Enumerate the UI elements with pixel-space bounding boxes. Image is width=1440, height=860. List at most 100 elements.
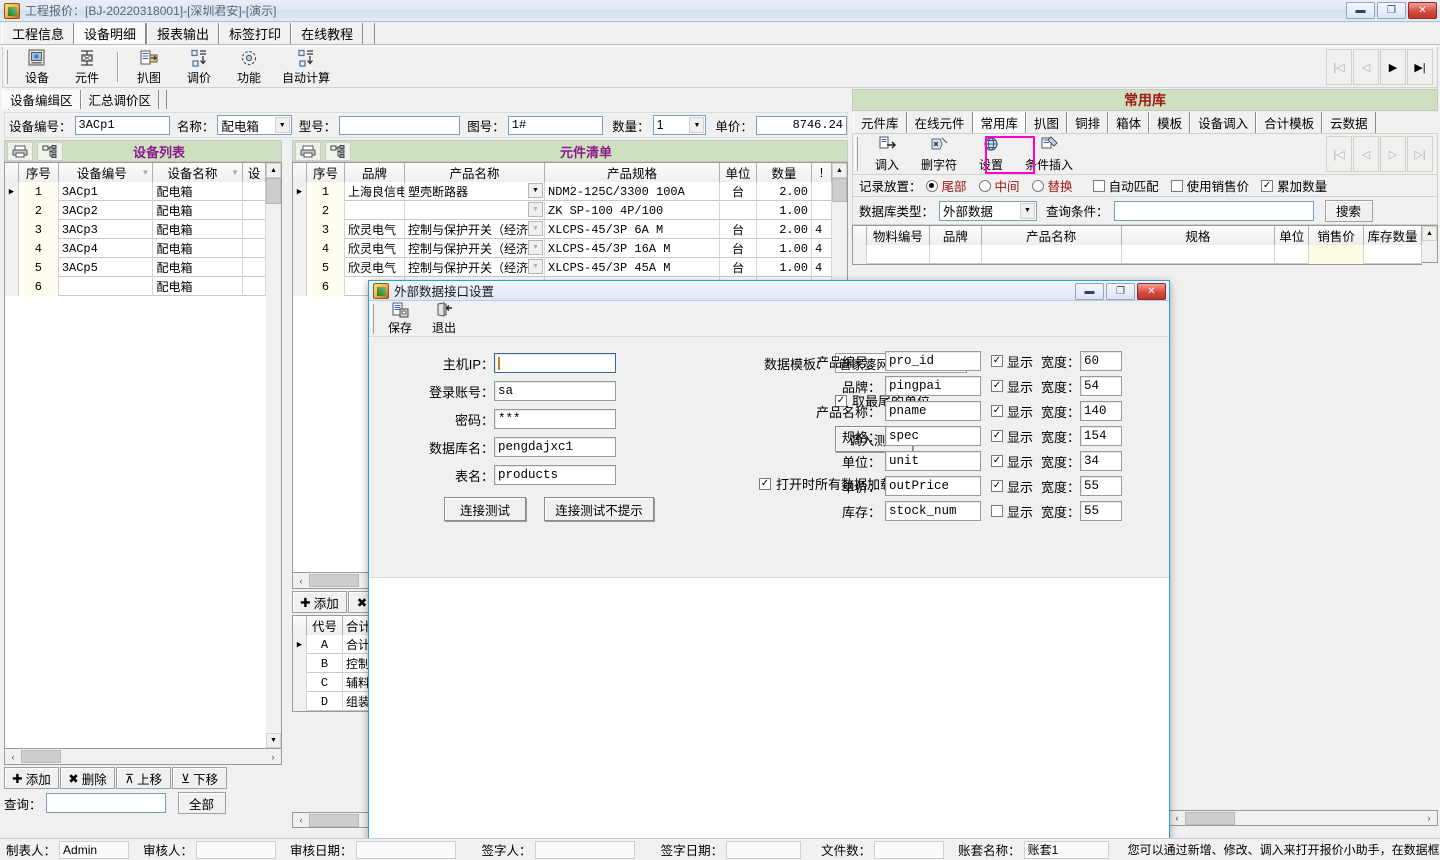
sub-tab-device-edit-area[interactable]: 设备编缉区	[2, 90, 81, 109]
table-row[interactable]: ▶ 1 3ACp1 配电箱	[5, 182, 266, 201]
toolbar-function-button[interactable]: 功能	[224, 47, 274, 87]
mapping-show-checkbox-price[interactable]: ✓	[991, 480, 1003, 492]
res-col-brand[interactable]: 品牌	[929, 226, 982, 245]
mapping-width-stock[interactable]: 55	[1080, 501, 1123, 521]
lib-tab-template[interactable]: 模板	[1149, 112, 1191, 133]
db-type-combo[interactable]: 外部数据 ▼	[939, 200, 1038, 221]
lib-tab-enclosure[interactable]: 箱体	[1108, 112, 1150, 133]
dialog-title-bar[interactable]: 外部数据接口设置 ▬ ❐ ✕	[369, 281, 1169, 301]
list-item[interactable]: D 组装	[293, 692, 375, 711]
scroll-right-button[interactable]: ›	[265, 749, 281, 764]
toolbar-auto-calc-button[interactable]: 自动计算	[274, 47, 338, 87]
scroll-left-button[interactable]: ‹	[1169, 811, 1185, 826]
mapping-width-product-no[interactable]: 60	[1080, 351, 1123, 371]
scroll-thumb[interactable]	[266, 178, 281, 204]
chevron-down-icon[interactable]: ▼	[1020, 202, 1036, 219]
mapping-width-unit[interactable]: 34	[1080, 451, 1123, 471]
mapping-field-product-name[interactable]: pname	[885, 401, 981, 421]
table-name-field[interactable]: products	[494, 465, 616, 485]
dialog-maximize-button[interactable]: ❐	[1106, 283, 1135, 300]
dialog-minimize-button[interactable]: ▬	[1075, 283, 1104, 300]
menu-tab-report-output[interactable]: 报表输出	[147, 23, 220, 44]
table-row[interactable]: 3 3ACp3 配电箱	[5, 220, 266, 239]
password-field[interactable]: ***	[494, 409, 616, 429]
comp-col-spec[interactable]: 产品规格	[545, 163, 720, 182]
cell-product-name[interactable]: 塑壳断路器 ▼	[405, 182, 545, 201]
menu-tab-label-print[interactable]: 标签打印	[219, 23, 292, 44]
sub-col-code[interactable]: 代号	[307, 616, 343, 635]
database-name-field[interactable]: pengdajxc1	[494, 437, 616, 457]
lib-nav-prev-button[interactable]: ◁	[1353, 136, 1379, 172]
mapping-field-stock[interactable]: stock_num	[885, 501, 981, 521]
mapping-show-checkbox-unit[interactable]: ✓	[991, 455, 1003, 467]
scroll-left-button[interactable]: ‹	[293, 573, 309, 588]
placement-radio-middle[interactable]	[978, 179, 991, 192]
toolbar-extract-image-button[interactable]: 扒图	[124, 47, 174, 87]
quantity-combo[interactable]: 1 ▼	[652, 115, 707, 135]
mapping-field-spec[interactable]: spec	[885, 426, 981, 446]
placement-radio-tail[interactable]	[925, 179, 938, 192]
library-delete-char-button[interactable]: 删字符	[912, 134, 966, 174]
res-col-pname[interactable]: 产品名称	[981, 226, 1122, 245]
mapping-width-spec[interactable]: 154	[1080, 426, 1123, 446]
scroll-up-button[interactable]: ▲	[1422, 226, 1437, 241]
maximize-button[interactable]: ❐	[1377, 2, 1406, 19]
auto-match-checkbox[interactable]	[1092, 179, 1105, 192]
table-row[interactable]: 2 ▼ ZK SP-100 4P/100 1.00	[293, 201, 832, 220]
toolbar-device-button[interactable]: 设备	[12, 47, 62, 87]
nav-last-button[interactable]: ▶|	[1407, 49, 1433, 85]
lib-tab-extract-image[interactable]: 扒图	[1026, 112, 1068, 133]
minimize-button[interactable]: ▬	[1346, 2, 1375, 19]
res-col-unit[interactable]: 单位	[1275, 226, 1310, 245]
component-add-button[interactable]: ✚ 添加	[292, 591, 347, 613]
chevron-down-icon[interactable]: ▼	[689, 117, 705, 133]
toolbar-price-adjust-button[interactable]: 调价	[174, 47, 224, 87]
device-col-seq[interactable]: 序号	[18, 163, 59, 182]
host-ip-field[interactable]	[494, 353, 616, 373]
name-combo[interactable]: 配电箱 ▼	[217, 115, 292, 135]
comp-col-seq[interactable]: 序号	[307, 163, 345, 182]
mapping-width-price[interactable]: 55	[1080, 476, 1123, 496]
device-print-icon[interactable]	[7, 141, 33, 161]
chevron-down-icon[interactable]: ▼	[528, 183, 543, 198]
mapping-width-brand[interactable]: 54	[1080, 376, 1123, 396]
scroll-thumb-h[interactable]	[1185, 811, 1235, 825]
toolbar-component-button[interactable]: 元件	[62, 47, 112, 87]
scroll-thumb-h[interactable]	[21, 750, 61, 763]
comp-col-pname[interactable]: 产品名称	[405, 163, 545, 182]
table-row[interactable]: 4 3ACp4 配电箱	[5, 239, 266, 258]
device-col-no[interactable]: 设备编号 ▼	[58, 163, 154, 182]
cell-product-name[interactable]: ▼	[405, 201, 545, 220]
chevron-down-icon[interactable]: ▼	[528, 259, 543, 274]
device-all-button[interactable]: 全部	[177, 792, 226, 814]
nav-next-button[interactable]: ▶	[1380, 49, 1406, 85]
device-col-extra[interactable]: 设	[243, 163, 266, 182]
list-item[interactable]: B 控制	[293, 654, 375, 673]
comp-col-extra[interactable]: !	[812, 163, 832, 182]
table-row[interactable]: ▶ 1 上海良信电 塑壳断路器 ▼ NDM2-125C/3300 100A 台 2…	[293, 182, 832, 201]
table-row[interactable]: 3 欣灵电气 控制与保护开关（经济 ▼ XLCPS-45/3P 6A M 台 2.…	[293, 220, 832, 239]
table-row[interactable]: 2 3ACp2 配电箱	[5, 201, 266, 220]
mapping-show-checkbox-stock[interactable]	[991, 505, 1003, 517]
device-tree-icon[interactable]	[37, 141, 63, 161]
table-row[interactable]: 5 3ACp5 配电箱	[5, 258, 266, 277]
unit-price-input[interactable]: 8746.24	[755, 115, 847, 135]
library-toolbar-grip[interactable]	[855, 137, 858, 171]
comp-col-qty[interactable]: 数量	[757, 163, 812, 182]
library-search-button[interactable]: 搜索	[1324, 199, 1373, 222]
scroll-thumb-h[interactable]	[309, 574, 359, 587]
chevron-down-icon[interactable]: ▼	[528, 240, 543, 255]
mapping-show-checkbox-product-name[interactable]: ✓	[991, 405, 1003, 417]
dialog-save-button[interactable]: 保存	[378, 302, 422, 336]
chevron-down-icon[interactable]: ▼	[528, 221, 543, 236]
device-col-name[interactable]: 设备名称 ▼	[153, 163, 244, 182]
mapping-field-brand[interactable]: pingpai	[885, 376, 981, 396]
scroll-left-button[interactable]: ‹	[293, 813, 309, 828]
library-conditional-insert-button[interactable]: 条件插入	[1016, 134, 1082, 174]
mapping-field-unit[interactable]: unit	[885, 451, 981, 471]
cell-product-name[interactable]: 控制与保护开关（经济 ▼	[405, 239, 545, 258]
scroll-down-button[interactable]: ▼	[266, 733, 281, 748]
mapping-width-product-name[interactable]: 140	[1080, 401, 1123, 421]
close-button[interactable]: ✕	[1408, 2, 1437, 19]
component-grid-horizontal-scrollbar[interactable]: ‹	[292, 573, 376, 589]
